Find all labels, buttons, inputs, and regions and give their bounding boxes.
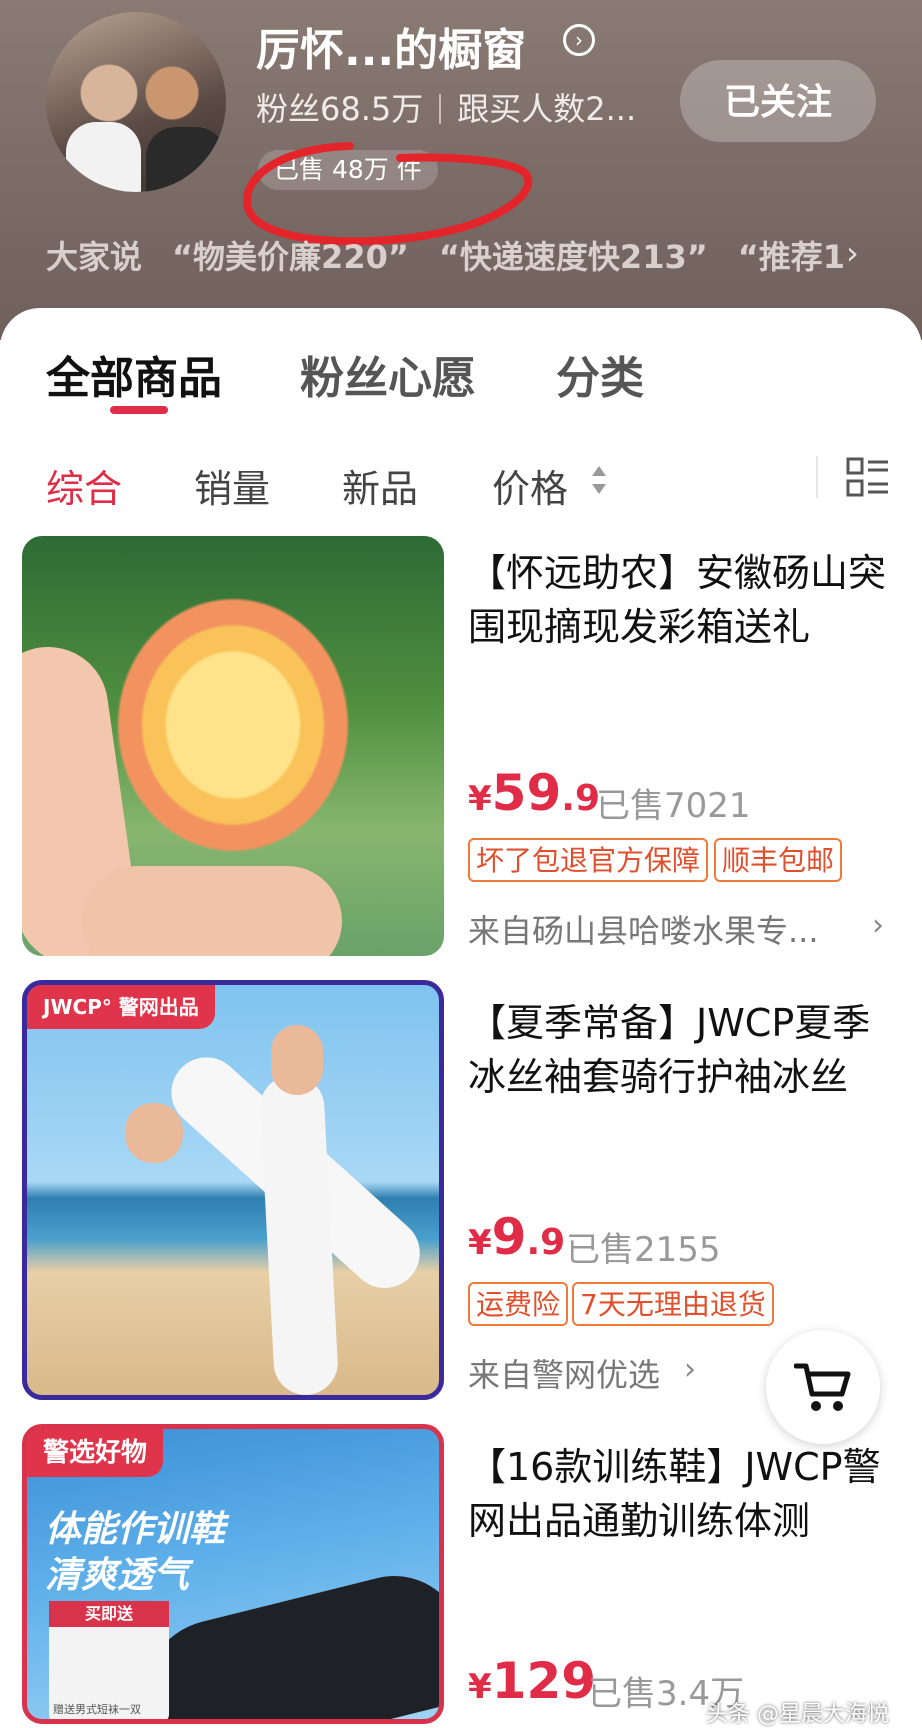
chevron-right-icon[interactable]: › xyxy=(684,1352,696,1387)
shop-name[interactable]: 厉怀...的橱窗 xyxy=(256,14,526,78)
price-symbol: ¥ xyxy=(468,1223,492,1263)
sort-new[interactable]: 新品 xyxy=(342,458,418,513)
product-image-shoes[interactable]: 警选好物 体能作训鞋 清爽透气 买即送 赠送男式短袜一双 xyxy=(22,1424,444,1724)
tab-active-indicator xyxy=(110,406,168,414)
stats-divider xyxy=(439,94,442,124)
sort-sales[interactable]: 销量 xyxy=(194,458,270,513)
sold-count: 已售7021 xyxy=(596,786,751,826)
product-title[interactable]: 【怀远助农】安徽砀山突围现摘现发彩箱送礼 xyxy=(468,546,908,654)
followers-buy-count: 跟买人数2... xyxy=(457,90,637,128)
chevron-right-icon[interactable]: › xyxy=(872,908,884,943)
tab-all-products[interactable]: 全部商品 xyxy=(46,342,222,406)
image-slogan-line: 体能作训鞋 xyxy=(45,1509,226,1550)
price-integer: 129 xyxy=(491,1652,597,1710)
layout-list-icon[interactable] xyxy=(846,456,890,500)
brand-logo: JWCP° 警网出品 xyxy=(27,985,215,1029)
cart-icon xyxy=(794,1363,851,1411)
cart-button[interactable] xyxy=(766,1330,880,1444)
review-chip[interactable]: “推荐1 xyxy=(738,238,845,276)
gift-tag: 买即送 xyxy=(49,1601,169,1627)
chevron-right-icon[interactable]: › xyxy=(846,234,859,272)
price-integer: 9 xyxy=(491,1208,527,1266)
gift-box: 买即送 赠送男式短袜一双 xyxy=(49,1601,169,1719)
product-source[interactable]: 来自警网优选 xyxy=(468,1350,660,1396)
fans-count: 粉丝68.5万 xyxy=(256,90,424,128)
image-badge: 警选好物 xyxy=(27,1429,164,1477)
tab-categories[interactable]: 分类 xyxy=(556,342,644,406)
reviews-strip[interactable]: 大家说 “物美价廉220” “快递速度快213” “推荐1 xyxy=(46,232,875,278)
product-image-sleeves[interactable]: JWCP° 警网出品 xyxy=(22,980,444,1400)
hand-shape xyxy=(82,866,342,956)
hand-shape xyxy=(271,1025,323,1095)
tab-fan-wishes[interactable]: 粉丝心愿 xyxy=(300,342,476,406)
shop-header: 厉怀...的橱窗 › 粉丝68.5万 跟买人数2... 已关注 已售 48万 件 … xyxy=(0,0,922,340)
product-source[interactable]: 来自砀山县哈喽水果专... xyxy=(468,906,819,952)
price-integer: 59 xyxy=(491,764,562,822)
review-chip[interactable]: “物美价廉220” xyxy=(172,238,409,276)
image-slogan-line: 清爽透气 xyxy=(45,1555,190,1596)
image-slogan: 体能作训鞋 清爽透气 xyxy=(45,1507,225,1599)
watermark: 头条 @星晨大海悦 xyxy=(706,1702,889,1727)
sort-arrows-icon[interactable] xyxy=(590,462,608,498)
shop-avatar[interactable] xyxy=(46,12,226,192)
avatar-figure-adult xyxy=(146,127,226,192)
review-chip[interactable]: “快递速度快213” xyxy=(439,238,708,276)
sort-comprehensive[interactable]: 综合 xyxy=(46,458,122,513)
sleeve-shape xyxy=(258,1073,340,1395)
shop-stats: 粉丝68.5万 跟买人数2... xyxy=(256,84,636,130)
price-decimal: .9 xyxy=(526,1222,566,1263)
product-price: ¥129 xyxy=(468,1652,596,1710)
sort-price[interactable]: 价格 xyxy=(492,458,568,513)
product-price: ¥9.9 xyxy=(468,1208,565,1266)
avatar-figure-child xyxy=(66,122,141,192)
product-price: ¥59.9 xyxy=(468,764,600,822)
product-tag: 运费险 xyxy=(468,1282,569,1326)
sold-count: 已售2155 xyxy=(566,1230,721,1270)
price-decimal: .9 xyxy=(561,778,600,819)
sort-divider xyxy=(816,456,818,498)
hand-shape xyxy=(125,1103,183,1163)
price-symbol: ¥ xyxy=(468,779,492,819)
info-icon[interactable]: › xyxy=(563,24,595,56)
product-tag: 7天无理由退货 xyxy=(572,1282,774,1326)
product-title[interactable]: 【16款训练鞋】JWCP警网出品通勤训练体测 xyxy=(468,1440,908,1548)
gift-text: 赠送男式短袜一双 xyxy=(53,1703,141,1716)
product-title[interactable]: 【夏季常备】JWCP夏季冰丝袖套骑行护袖冰丝 xyxy=(468,996,908,1104)
follow-button[interactable]: 已关注 xyxy=(680,60,876,142)
product-image-peach[interactable] xyxy=(22,536,444,956)
reviews-label: 大家说 xyxy=(46,238,143,276)
product-tag: 顺丰包邮 xyxy=(714,838,843,882)
product-tag: 坏了包退官方保障 xyxy=(468,838,709,882)
price-symbol: ¥ xyxy=(468,1667,492,1707)
